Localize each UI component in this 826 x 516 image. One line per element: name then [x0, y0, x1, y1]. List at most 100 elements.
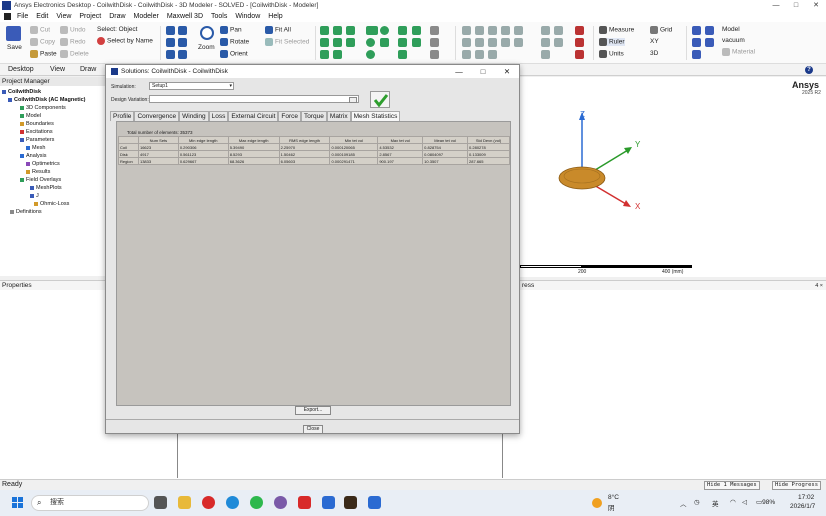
dialog-minimize-button[interactable]: — — [447, 67, 471, 76]
tab-desktop[interactable]: Desktop — [8, 66, 34, 73]
delete-button[interactable]: Delete — [60, 50, 89, 58]
battery-indicator[interactable]: ▭98% — [756, 498, 775, 506]
boolean-intersect-icon[interactable] — [488, 26, 497, 35]
draw-polyhedron-icon[interactable] — [320, 50, 329, 59]
tab-external-circuit[interactable]: External Circuit — [228, 111, 279, 121]
tab-profile[interactable]: Profile — [110, 111, 135, 121]
menu-help[interactable]: Help — [264, 13, 286, 20]
tree-model[interactable]: Model — [20, 113, 41, 119]
menu-file[interactable]: File — [13, 13, 32, 20]
close-dialog-button[interactable]: Close — [303, 425, 323, 434]
thicken-icon[interactable] — [475, 50, 484, 59]
draw-box-icon[interactable] — [320, 26, 329, 35]
dialog-close-icon[interactable]: ✕ — [495, 67, 519, 76]
help-icon[interactable]: ? — [805, 66, 813, 74]
table-row[interactable]: Region 13833 0.629667 68.3626 6.05603 0.00029… — [118, 157, 510, 165]
draw-point-icon[interactable] — [398, 50, 407, 59]
tab-winding[interactable]: Winding — [179, 111, 209, 121]
boolean-subtract-icon[interactable] — [475, 26, 484, 35]
draw-prism-icon[interactable] — [333, 50, 342, 59]
youdao-icon[interactable] — [298, 496, 311, 509]
design-variation-button[interactable] — [349, 97, 357, 103]
snap-icon[interactable] — [575, 26, 584, 35]
fillet-icon[interactable] — [541, 26, 550, 35]
app-icon[interactable] — [344, 496, 357, 509]
model-view-icon[interactable] — [705, 26, 714, 35]
copy-button[interactable]: Copy — [30, 38, 55, 46]
cover-icon[interactable] — [541, 38, 550, 47]
wechat-icon[interactable] — [250, 496, 263, 509]
tray-chevron-icon[interactable]: ︿ — [680, 498, 687, 508]
select-object-dropdown[interactable]: Select: Object — [97, 26, 137, 33]
draw-circle-icon[interactable] — [366, 38, 375, 47]
tab-draw[interactable]: Draw — [80, 66, 96, 73]
tab-mesh-statistics[interactable]: Mesh Statistics — [350, 111, 401, 121]
maximize-button[interactable]: □ — [786, 0, 806, 11]
material-value-dropdown[interactable]: vacuum — [722, 37, 745, 44]
wifi-icon[interactable]: ◠ — [730, 498, 736, 506]
pan-button[interactable]: Pan — [220, 26, 242, 34]
menu-maxwell-3d[interactable]: Maxwell 3D — [163, 13, 207, 20]
draw-spline-icon[interactable] — [412, 26, 421, 35]
relative-cs-icon[interactable] — [430, 38, 439, 47]
cut-button[interactable]: Cut — [30, 26, 50, 34]
ansys-taskbar-icon[interactable] — [368, 496, 381, 509]
draw-ellipse-icon[interactable] — [380, 26, 389, 35]
tree-mesh[interactable]: Mesh — [26, 145, 45, 151]
face-cs-icon[interactable] — [430, 50, 439, 59]
units-button[interactable]: Units — [599, 50, 624, 58]
model-view-icon[interactable] — [705, 38, 714, 47]
clock-time[interactable]: 17:02 — [798, 494, 814, 501]
paste-button[interactable]: Paste — [30, 50, 57, 58]
draw-polygon-icon[interactable] — [380, 38, 389, 47]
model-view-icon[interactable] — [692, 26, 701, 35]
split-icon[interactable] — [501, 26, 510, 35]
file-explorer-icon[interactable] — [178, 496, 191, 509]
tree-excitations[interactable]: Excitations — [20, 129, 53, 135]
view-tool-icon[interactable] — [166, 50, 175, 59]
material-button[interactable]: Material — [722, 48, 755, 56]
grid-button[interactable]: Grid — [650, 26, 672, 34]
volume-icon[interactable]: ◁ — [742, 498, 747, 506]
rotate-button[interactable]: Rotate — [220, 38, 249, 46]
view-tool-icon[interactable] — [178, 26, 187, 35]
section-icon[interactable] — [541, 50, 550, 59]
tree-ohmic-loss[interactable]: Ohmic-Loss — [34, 201, 69, 207]
draw-helix-icon[interactable] — [346, 38, 355, 47]
tree-results[interactable]: Results — [26, 169, 50, 175]
tree-field-overlays[interactable]: Field Overlays — [20, 177, 61, 183]
app-icon[interactable] — [202, 496, 215, 509]
view-tool-icon[interactable] — [178, 38, 187, 47]
draw-sphere-icon[interactable] — [346, 26, 355, 35]
view-tool-icon[interactable] — [166, 26, 175, 35]
tab-loss[interactable]: Loss — [208, 111, 229, 121]
table-row[interactable]: Disk 4917 0.561123 8.5293 1.50462 0.000109185… — [118, 150, 510, 158]
edge-browser-icon[interactable] — [226, 496, 239, 509]
ime-icon[interactable]: ◷ — [694, 498, 700, 506]
simulation-dropdown[interactable]: Setup1 ▾ — [149, 82, 234, 90]
view-tool-icon[interactable] — [166, 38, 175, 47]
redo-button[interactable]: Redo — [60, 38, 86, 46]
model-view-icon[interactable] — [692, 50, 701, 59]
imprint-icon[interactable] — [488, 50, 497, 59]
boolean-unite-icon[interactable] — [462, 26, 471, 35]
menu-draw[interactable]: Draw — [105, 13, 129, 20]
hide-progress-button[interactable]: Hide Progress — [772, 481, 822, 490]
disk-model[interactable] — [558, 166, 606, 190]
dimension-dropdown[interactable]: 3D — [650, 50, 658, 57]
menu-project[interactable]: Project — [75, 13, 105, 20]
orient-button[interactable]: Orient — [220, 50, 248, 58]
clock-date[interactable]: 2026/1/7 — [790, 503, 815, 510]
menu-modeler[interactable]: Modeler — [130, 13, 163, 20]
undo-button[interactable]: Undo — [60, 26, 86, 34]
close-button[interactable]: ✕ — [806, 0, 826, 11]
tree-j[interactable]: J — [30, 193, 39, 199]
tree-definitions[interactable]: Definitions — [10, 209, 42, 215]
model-view-icon[interactable] — [692, 38, 701, 47]
duplicate-icon[interactable] — [501, 38, 510, 47]
language-indicator[interactable]: 英 — [712, 498, 719, 508]
chamfer-icon[interactable] — [554, 26, 563, 35]
uncover-icon[interactable] — [554, 38, 563, 47]
tab-matrix[interactable]: Matrix — [326, 111, 351, 121]
plane-dropdown[interactable]: XY — [650, 38, 659, 45]
